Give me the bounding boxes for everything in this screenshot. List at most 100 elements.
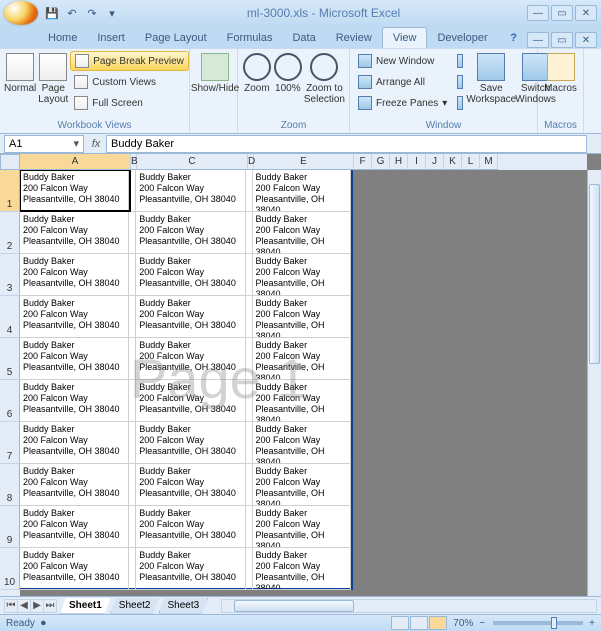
tab-prev-icon[interactable]: ◀ xyxy=(17,599,31,613)
row-header-7[interactable]: 7 xyxy=(0,422,20,464)
name-box[interactable]: A1 ▾ xyxy=(4,135,84,153)
cell-C3[interactable]: Buddy Baker200 Falcon WayPleasantville, … xyxy=(136,254,245,295)
cell-C4[interactable]: Buddy Baker200 Falcon WayPleasantville, … xyxy=(136,296,245,337)
page-break-preview-button[interactable]: Page Break Preview xyxy=(70,51,189,71)
cell-A8[interactable]: Buddy Baker200 Falcon WayPleasantville, … xyxy=(20,464,129,505)
cell-D3[interactable] xyxy=(246,254,253,295)
cell-D9[interactable] xyxy=(246,506,253,547)
cell-C1[interactable]: Buddy Baker200 Falcon WayPleasantville, … xyxy=(136,170,245,211)
formula-bar[interactable]: Buddy Baker xyxy=(106,135,587,153)
cell-A6[interactable]: Buddy Baker200 Falcon WayPleasantville, … xyxy=(20,380,129,421)
row-header-3[interactable]: 3 xyxy=(0,254,20,296)
tab-home[interactable]: Home xyxy=(38,28,87,48)
tab-view[interactable]: View xyxy=(382,27,428,48)
column-header-M[interactable]: M xyxy=(480,154,498,170)
cell-A5[interactable]: Buddy Baker200 Falcon WayPleasantville, … xyxy=(20,338,129,379)
cell-A10[interactable]: Buddy Baker200 Falcon WayPleasantville, … xyxy=(20,548,129,589)
row-header-9[interactable]: 9 xyxy=(0,506,20,548)
close-button[interactable]: ✕ xyxy=(575,5,597,21)
minimize-button[interactable]: — xyxy=(527,5,549,21)
macro-record-icon[interactable]: ⏺ xyxy=(41,618,46,629)
zoom-100-button[interactable]: 100% xyxy=(274,51,302,115)
cell-B10[interactable] xyxy=(129,548,136,589)
cell-B4[interactable] xyxy=(129,296,136,337)
doc-restore-button[interactable]: ▭ xyxy=(551,32,573,48)
cell-C8[interactable]: Buddy Baker200 Falcon WayPleasantville, … xyxy=(136,464,245,505)
vertical-scrollbar[interactable] xyxy=(587,170,601,596)
cell-B5[interactable] xyxy=(129,338,136,379)
normal-button[interactable]: Normal xyxy=(4,51,36,115)
cell-A7[interactable]: Buddy Baker200 Falcon WayPleasantville, … xyxy=(20,422,129,463)
cell-E10[interactable]: Buddy Baker200 Falcon WayPleasantville, … xyxy=(253,548,351,589)
new-window-button[interactable]: New Window xyxy=(354,51,451,71)
column-header-L[interactable]: L xyxy=(462,154,480,170)
cell-E1[interactable]: Buddy Baker200 Falcon WayPleasantville, … xyxy=(253,170,351,211)
help-icon[interactable]: ? xyxy=(500,28,527,48)
sheet-area[interactable]: Buddy Baker200 Falcon WayPleasantville, … xyxy=(20,170,587,596)
show-hide-button[interactable]: Show/Hide xyxy=(194,51,236,115)
zoom-slider[interactable] xyxy=(493,621,583,625)
cell-B7[interactable] xyxy=(129,422,136,463)
cell-A1[interactable]: Buddy Baker200 Falcon WayPleasantville, … xyxy=(20,170,129,211)
row-header-8[interactable]: 8 xyxy=(0,464,20,506)
freeze-panes-button[interactable]: Freeze Panes▾ xyxy=(354,93,451,113)
sheet-tab-1[interactable]: Sheet1 xyxy=(60,598,111,614)
redo-icon[interactable]: ↷ xyxy=(84,5,100,21)
cell-E3[interactable]: Buddy Baker200 Falcon WayPleasantville, … xyxy=(253,254,351,295)
page-layout-button[interactable]: Page Layout xyxy=(38,51,68,115)
cell-E4[interactable]: Buddy Baker200 Falcon WayPleasantville, … xyxy=(253,296,351,337)
cell-E7[interactable]: Buddy Baker200 Falcon WayPleasantville, … xyxy=(253,422,351,463)
row-header-10[interactable]: 10 xyxy=(0,548,20,590)
cell-B1[interactable] xyxy=(129,170,136,211)
cell-C7[interactable]: Buddy Baker200 Falcon WayPleasantville, … xyxy=(136,422,245,463)
save-icon[interactable]: 💾 xyxy=(44,5,60,21)
vertical-scroll-thumb[interactable] xyxy=(589,184,600,364)
column-header-K[interactable]: K xyxy=(444,154,462,170)
sheet-tab-3[interactable]: Sheet3 xyxy=(159,598,209,614)
macros-button[interactable]: Macros xyxy=(542,51,579,115)
cell-C2[interactable]: Buddy Baker200 Falcon WayPleasantville, … xyxy=(136,212,245,253)
cell-E2[interactable]: Buddy Baker200 Falcon WayPleasantville, … xyxy=(253,212,351,253)
column-header-F[interactable]: F xyxy=(354,154,372,170)
cell-B2[interactable] xyxy=(129,212,136,253)
cell-A9[interactable]: Buddy Baker200 Falcon WayPleasantville, … xyxy=(20,506,129,547)
cell-D10[interactable] xyxy=(246,548,253,589)
zoom-value[interactable]: 70% xyxy=(453,618,473,629)
zoom-button[interactable]: Zoom xyxy=(242,51,272,115)
cell-B9[interactable] xyxy=(129,506,136,547)
column-header-G[interactable]: G xyxy=(372,154,390,170)
cell-C10[interactable]: Buddy Baker200 Falcon WayPleasantville, … xyxy=(136,548,245,589)
tab-insert[interactable]: Insert xyxy=(87,28,135,48)
column-header-C[interactable]: C xyxy=(137,154,248,170)
horizontal-scrollbar[interactable] xyxy=(221,599,597,613)
cell-C9[interactable]: Buddy Baker200 Falcon WayPleasantville, … xyxy=(136,506,245,547)
tab-formulas[interactable]: Formulas xyxy=(217,28,283,48)
cell-E5[interactable]: Buddy Baker200 Falcon WayPleasantville, … xyxy=(253,338,351,379)
doc-close-button[interactable]: ✕ xyxy=(575,32,597,48)
doc-minimize-button[interactable]: — xyxy=(527,32,549,48)
cell-D2[interactable] xyxy=(246,212,253,253)
cell-D6[interactable] xyxy=(246,380,253,421)
column-header-E[interactable]: E xyxy=(254,154,354,170)
cell-D5[interactable] xyxy=(246,338,253,379)
split-button[interactable] xyxy=(453,51,467,71)
cell-E9[interactable]: Buddy Baker200 Falcon WayPleasantville, … xyxy=(253,506,351,547)
cell-B8[interactable] xyxy=(129,464,136,505)
row-header-4[interactable]: 4 xyxy=(0,296,20,338)
column-header-J[interactable]: J xyxy=(426,154,444,170)
tab-first-icon[interactable]: ⏮ xyxy=(4,599,18,613)
zoom-selection-button[interactable]: Zoom to Selection xyxy=(304,51,345,115)
sheet-tab-2[interactable]: Sheet2 xyxy=(110,598,160,614)
column-header-H[interactable]: H xyxy=(390,154,408,170)
zoom-in-button[interactable]: + xyxy=(589,618,595,629)
name-box-dropdown-icon[interactable]: ▾ xyxy=(73,137,79,150)
view-pagebreak-button[interactable] xyxy=(429,616,447,630)
cell-A4[interactable]: Buddy Baker200 Falcon WayPleasantville, … xyxy=(20,296,129,337)
cell-D7[interactable] xyxy=(246,422,253,463)
row-header-1[interactable]: 1 xyxy=(0,170,20,212)
row-header-2[interactable]: 2 xyxy=(0,212,20,254)
hide-button[interactable] xyxy=(453,72,467,92)
cell-D4[interactable] xyxy=(246,296,253,337)
tab-page-layout[interactable]: Page Layout xyxy=(135,28,217,48)
select-all-corner[interactable] xyxy=(0,154,20,170)
